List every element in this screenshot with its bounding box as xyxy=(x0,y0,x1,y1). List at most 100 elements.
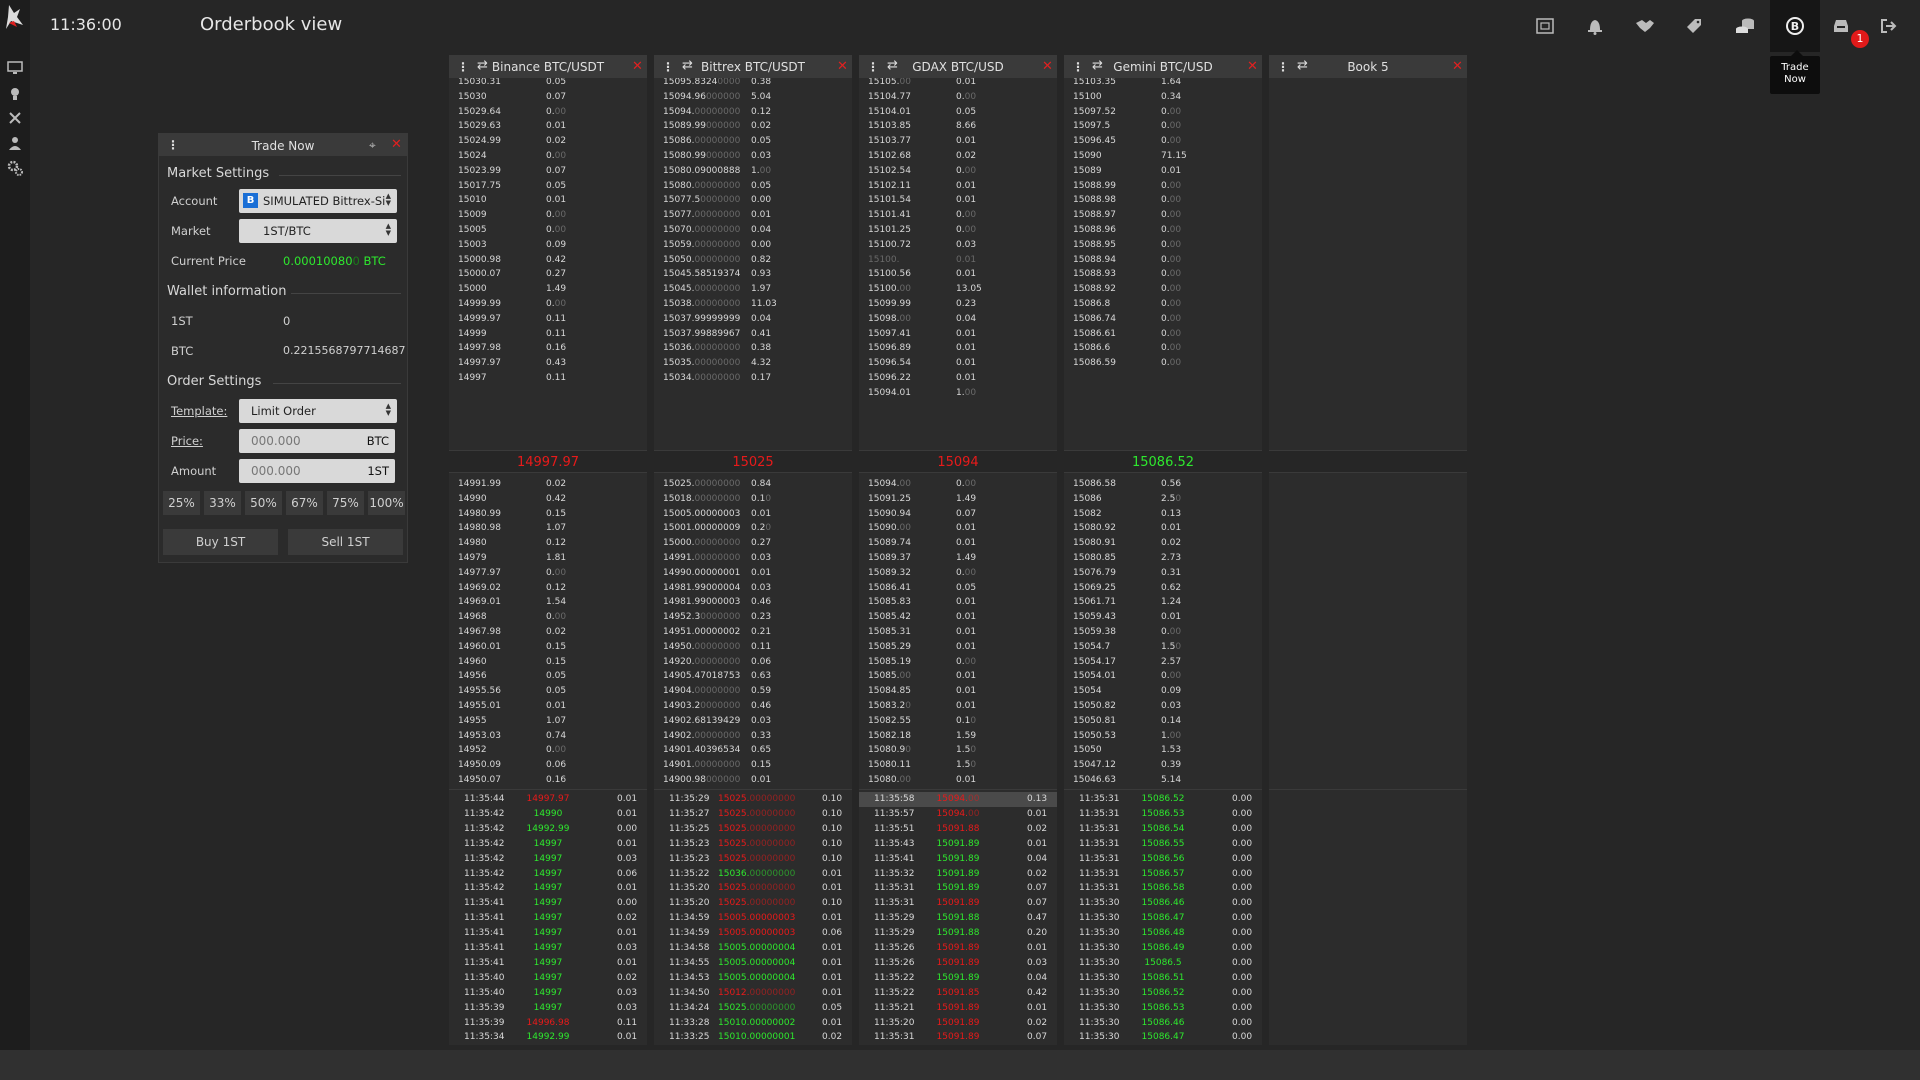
tools-icon[interactable] xyxy=(5,108,25,128)
trade-row[interactable]: 11:35:42 14997 0.01 xyxy=(449,881,647,896)
coins-icon[interactable] xyxy=(1729,10,1761,42)
trade-row[interactable]: 11:35:39 14997 0.03 xyxy=(449,1001,647,1016)
trade-row[interactable]: 11:35:21 15091.89 0.01 xyxy=(859,1001,1057,1016)
ask-row[interactable]: 15037.99999999 0.04 xyxy=(654,312,852,327)
bid-row[interactable]: 14960 0.15 xyxy=(449,655,647,670)
bid-row[interactable]: 15054.17 2.57 xyxy=(1064,655,1262,670)
trade-row[interactable]: 11:35:42 14990 0.01 xyxy=(449,807,647,822)
bid-row[interactable]: 14977.97 0.00 xyxy=(449,566,647,581)
ask-row[interactable]: 15088.93 0.00 xyxy=(1064,267,1262,282)
ask-row[interactable]: 15096.22 0.01 xyxy=(859,371,1057,386)
trade-row[interactable]: 11:35:41 14997 0.01 xyxy=(449,956,647,971)
trade-row[interactable]: 11:35:31 15091.89 0.07 xyxy=(859,896,1057,911)
trade-row[interactable]: 11:35:31 15086.58 0.00 xyxy=(1064,881,1262,896)
ask-row[interactable]: 15096.89 0.01 xyxy=(859,341,1057,356)
trade-row[interactable]: 11:35:41 14997 0.00 xyxy=(449,896,647,911)
trade-row[interactable]: 11:35:30 15086.5 0.00 xyxy=(1064,956,1262,971)
ask-row[interactable]: 15080.00000000 0.05 xyxy=(654,179,852,194)
trade-row[interactable]: 11:35:26 15091.89 0.03 xyxy=(859,956,1057,971)
account-select[interactable]: B SIMULATED Bittrex-Si ▲ ▼ xyxy=(239,189,397,213)
trade-row[interactable]: 11:35:31 15086.55 0.00 xyxy=(1064,837,1262,852)
bid-row[interactable]: 14902.00000000 0.33 xyxy=(654,729,852,744)
trade-row[interactable]: 11:35:23 15025.00000000 0.10 xyxy=(654,837,852,852)
trade-row[interactable]: 11:34:58 15005.00000004 0.01 xyxy=(654,941,852,956)
bid-row[interactable]: 15080.90 1.50 xyxy=(859,743,1057,758)
ask-row[interactable]: 15096.54 0.01 xyxy=(859,356,1057,371)
buy-button[interactable]: Buy 1ST xyxy=(163,529,278,555)
bid-row[interactable]: 14980.99 0.15 xyxy=(449,507,647,522)
percent-25-button[interactable]: 25% xyxy=(163,491,200,515)
percent-100-button[interactable]: 100% xyxy=(368,491,405,515)
ask-row[interactable]: 15094.00000000 0.12 xyxy=(654,105,852,120)
ask-row[interactable]: 15077.00000000 0.01 xyxy=(654,208,852,223)
trade-row[interactable]: 11:35:57 15094.00 0.01 xyxy=(859,807,1057,822)
bid-row[interactable]: 15000.00000000 0.27 xyxy=(654,536,852,551)
trade-row[interactable]: 11:35:31 15086.57 0.00 xyxy=(1064,867,1262,882)
bid-row[interactable]: 15050.82 0.03 xyxy=(1064,699,1262,714)
trade-row[interactable]: 11:35:30 15086.48 0.00 xyxy=(1064,926,1262,941)
ask-row[interactable]: 15070.00000000 0.04 xyxy=(654,223,852,238)
trade-row[interactable]: 11:35:30 15086.51 0.00 xyxy=(1064,971,1262,986)
ask-row[interactable]: 15089.99000000 0.02 xyxy=(654,119,852,134)
ask-row[interactable]: 14999.99 0.00 xyxy=(449,297,647,312)
bid-row[interactable]: 15059.38 0.00 xyxy=(1064,625,1262,640)
screen-capture-icon[interactable] xyxy=(1529,10,1561,42)
ask-row[interactable]: 15088.92 0.00 xyxy=(1064,282,1262,297)
trade-row[interactable]: 11:33:28 15010.00000002 0.01 xyxy=(654,1016,852,1031)
ask-row[interactable]: 15010 0.01 xyxy=(449,193,647,208)
user-icon[interactable] xyxy=(5,133,25,153)
sell-button[interactable]: Sell 1ST xyxy=(288,529,403,555)
ask-row[interactable]: 15100.72 0.03 xyxy=(859,238,1057,253)
bid-row[interactable]: 15086.58 0.56 xyxy=(1064,477,1262,492)
ask-row[interactable]: 15104.77 0.00 xyxy=(859,90,1057,105)
orderbook-titlebar[interactable]: ⋮ ⇄ Gemini BTC/USD ✕ xyxy=(1064,55,1262,78)
trade-row[interactable]: 11:35:31 15086.54 0.00 xyxy=(1064,822,1262,837)
bid-row[interactable]: 15090.94 0.07 xyxy=(859,507,1057,522)
template-select[interactable]: Limit Order ▲ ▼ xyxy=(239,399,397,423)
bid-row[interactable]: 14902.68139429 0.03 xyxy=(654,714,852,729)
ask-row[interactable]: 14997 0.11 xyxy=(449,371,647,386)
ask-row[interactable]: 15037.99889967 0.41 xyxy=(654,327,852,342)
bid-row[interactable]: 15018.00000000 0.10 xyxy=(654,492,852,507)
bid-row[interactable]: 14956 0.05 xyxy=(449,669,647,684)
ask-row[interactable]: 15099.99 0.23 xyxy=(859,297,1057,312)
ask-row[interactable]: 15029.64 0.00 xyxy=(449,105,647,120)
trade-row[interactable]: 11:35:58 15094.00 0.13 xyxy=(859,792,1057,807)
trade-row[interactable]: 11:35:31 15086.52 0.00 xyxy=(1064,792,1262,807)
trade-row[interactable]: 11:35:22 15036.00000000 0.01 xyxy=(654,867,852,882)
ask-row[interactable]: 15000.98 0.42 xyxy=(449,253,647,268)
bid-row[interactable]: 15080.91 0.02 xyxy=(1064,536,1262,551)
bid-row[interactable]: 15082.55 0.10 xyxy=(859,714,1057,729)
trade-row[interactable]: 11:34:59 15005.00000003 0.01 xyxy=(654,911,852,926)
ask-row[interactable]: 15000 1.49 xyxy=(449,282,647,297)
bid-row[interactable]: 15054 0.09 xyxy=(1064,684,1262,699)
ask-row[interactable]: 15029.63 0.01 xyxy=(449,119,647,134)
ask-row[interactable]: 15104.01 0.05 xyxy=(859,105,1057,120)
trade-row[interactable]: 11:34:59 15005.00000003 0.06 xyxy=(654,926,852,941)
bid-row[interactable]: 14955 1.07 xyxy=(449,714,647,729)
bid-row[interactable]: 15054.01 0.00 xyxy=(1064,669,1262,684)
ask-row[interactable]: 15077.50000000 0.00 xyxy=(654,193,852,208)
ask-row[interactable]: 15090 71.15 xyxy=(1064,149,1262,164)
percent-67-button[interactable]: 67% xyxy=(286,491,323,515)
trade-row[interactable]: 11:35:30 15086.53 0.00 xyxy=(1064,1001,1262,1016)
trade-row[interactable]: 11:35:34 14992.99 0.01 xyxy=(449,1030,647,1045)
logout-icon[interactable] xyxy=(1873,10,1905,42)
bid-row[interactable]: 14969.02 0.12 xyxy=(449,581,647,596)
bid-row[interactable]: 15080.85 2.73 xyxy=(1064,551,1262,566)
trade-row[interactable]: 11:35:22 15091.85 0.42 xyxy=(859,986,1057,1001)
ask-row[interactable]: 15088.94 0.00 xyxy=(1064,253,1262,268)
close-icon[interactable]: ✕ xyxy=(632,60,643,73)
trade-row[interactable]: 11:35:41 14997 0.02 xyxy=(449,911,647,926)
ask-row[interactable]: 15038.00000000 11.03 xyxy=(654,297,852,312)
trade-row[interactable]: 11:35:27 15025.00000000 0.10 xyxy=(654,807,852,822)
bid-row[interactable]: 14900.98000000 0.01 xyxy=(654,773,852,788)
trade-row[interactable]: 11:35:29 15025.00000000 0.10 xyxy=(654,792,852,807)
bid-row[interactable]: 15054.7 1.50 xyxy=(1064,640,1262,655)
ask-row[interactable]: 15086.61 0.00 xyxy=(1064,327,1262,342)
close-icon[interactable]: ✕ xyxy=(1042,60,1053,73)
bid-row[interactable]: 15061.71 1.24 xyxy=(1064,595,1262,610)
bid-row[interactable]: 15076.79 0.31 xyxy=(1064,566,1262,581)
bid-row[interactable]: 15089.74 0.01 xyxy=(859,536,1057,551)
bid-row[interactable]: 14990.00000001 0.01 xyxy=(654,566,852,581)
